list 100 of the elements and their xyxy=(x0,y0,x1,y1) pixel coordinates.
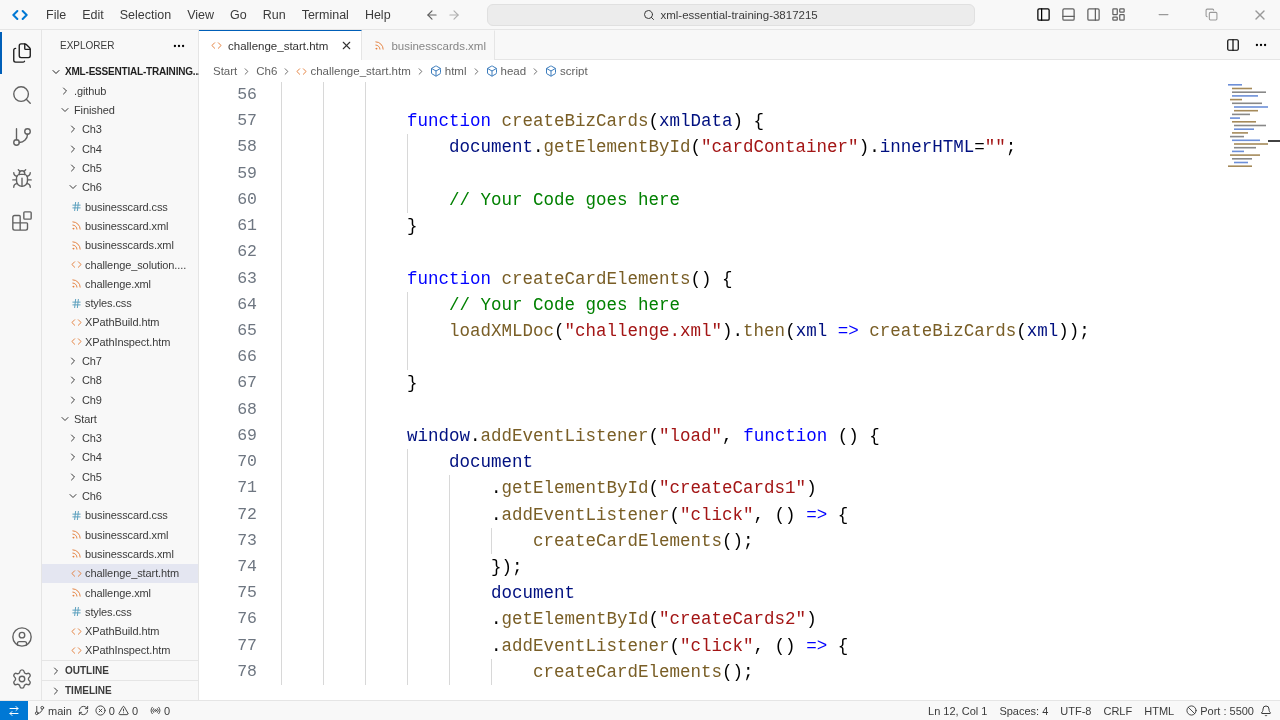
tree-entry[interactable]: XPathInspect.htm xyxy=(42,332,198,352)
breadcrumb[interactable]: Start xyxy=(213,65,238,77)
hash-icon xyxy=(71,201,82,213)
tree-entry[interactable]: businesscards.xml xyxy=(42,544,198,564)
code-icon xyxy=(71,644,82,656)
blocks-icon xyxy=(10,210,33,232)
editor-tab[interactable]: challenge_start.htm xyxy=(199,30,363,60)
cube-icon xyxy=(429,65,442,77)
rss-icon xyxy=(71,529,82,541)
line-number: 76 xyxy=(236,608,258,631)
branch-status[interactable]: main xyxy=(28,704,78,717)
line-number: 60 xyxy=(236,188,258,211)
panel-section-header[interactable]: TIMELINE xyxy=(42,680,198,700)
tree-entry[interactable]: businesscard.xml xyxy=(42,525,198,545)
line-number: 78 xyxy=(236,660,258,683)
code-icon xyxy=(71,316,82,328)
breadcrumb[interactable]: script xyxy=(545,65,588,77)
tree-folder[interactable]: Ch4 xyxy=(42,447,198,468)
menu-item[interactable]: Terminal xyxy=(293,4,357,25)
indent-guide xyxy=(491,658,493,686)
code-line: // Your Code goes here xyxy=(449,293,681,317)
sync-icon[interactable] xyxy=(77,705,89,716)
tree-folder[interactable]: Ch3 xyxy=(42,428,198,448)
layout-icon[interactable] xyxy=(1111,7,1126,22)
error-icon xyxy=(94,705,106,716)
restore-icon[interactable] xyxy=(1205,8,1218,21)
tree-folder[interactable]: Ch6 xyxy=(42,177,198,197)
tree-entry[interactable]: styles.css xyxy=(42,293,198,313)
breadcrumb[interactable]: html xyxy=(429,65,467,77)
editor-tab[interactable]: businesscards.xml xyxy=(362,30,495,60)
menu-item[interactable]: Selection xyxy=(111,4,180,25)
split-editor-icon[interactable] xyxy=(1226,37,1240,52)
tree-entry[interactable]: businesscards.xml xyxy=(42,235,198,255)
antenna-icon xyxy=(150,705,162,716)
menu-item[interactable]: Help xyxy=(356,4,399,25)
tree-entry[interactable]: businesscard.css xyxy=(42,505,198,526)
ports-status[interactable]: 0 xyxy=(144,704,177,717)
tree-entry[interactable]: businesscard.css xyxy=(42,197,198,217)
code-line: // Your Code goes here xyxy=(449,188,681,212)
breadcrumb[interactable]: head xyxy=(485,65,527,77)
menu-item[interactable]: Run xyxy=(254,4,294,25)
menu-item[interactable]: View xyxy=(179,4,222,25)
code-line: document.getElementById("cardContainer").innerHTML=""; xyxy=(449,136,1017,160)
arrows-icon xyxy=(8,704,20,717)
account-icon[interactable] xyxy=(10,626,33,648)
command-center[interactable]: xml-essential-training-3817215 xyxy=(486,3,975,26)
files-icon xyxy=(10,42,33,64)
status-item[interactable]: Spaces: 4 xyxy=(993,704,1055,717)
tree-entry[interactable]: XPathBuild.htm xyxy=(42,621,198,641)
tree-entry[interactable]: challenge_start.htm xyxy=(42,563,198,583)
status-item[interactable]: UTF-8 xyxy=(1054,704,1098,717)
tree-folder[interactable]: Ch5 xyxy=(42,467,198,487)
menu-item[interactable]: Go xyxy=(222,4,255,25)
line-number: 70 xyxy=(236,451,258,474)
tree-folder[interactable]: Ch5 xyxy=(42,158,198,178)
tree-entry[interactable]: XPathInspect.htm xyxy=(42,640,198,661)
back-icon[interactable] xyxy=(424,7,439,22)
cube-icon xyxy=(485,65,498,77)
tree-folder[interactable]: Ch6 xyxy=(42,486,198,506)
code-line: .getElementById("createCards1") xyxy=(491,477,817,501)
menu-item[interactable]: File xyxy=(38,4,75,25)
tree-entry[interactable]: styles.css xyxy=(42,602,198,622)
tree-folder[interactable]: Ch8 xyxy=(42,370,198,390)
tree-folder[interactable]: Finished xyxy=(42,100,198,120)
tree-folder[interactable]: Ch7 xyxy=(42,351,198,371)
bug-icon xyxy=(10,168,33,190)
tree-folder[interactable]: Start xyxy=(42,409,198,429)
tree-entry[interactable]: challenge.xml xyxy=(42,274,198,294)
status-item[interactable]: Port : 5500 xyxy=(1180,704,1260,717)
breadcrumb[interactable]: Ch6 xyxy=(256,65,278,77)
workspace-root[interactable]: XML-ESSENTIAL-TRAINING... xyxy=(42,61,198,82)
tree-folder[interactable]: Ch3 xyxy=(42,119,198,140)
cube-icon xyxy=(545,65,558,77)
rss-icon xyxy=(71,587,82,599)
problems-status[interactable]: 0 0 xyxy=(88,704,145,717)
remote-button[interactable] xyxy=(0,700,28,720)
tree-entry[interactable]: challenge.xml xyxy=(42,582,198,603)
bell-icon[interactable] xyxy=(1260,704,1272,717)
status-item[interactable]: CRLF xyxy=(1097,704,1139,717)
menu-item[interactable]: Edit xyxy=(74,4,112,25)
tree-entry[interactable]: challenge_solution.... xyxy=(42,254,198,275)
panel-section-header[interactable]: OUTLINE xyxy=(42,660,198,681)
code-line: window.addEventListener("load", function () { xyxy=(407,424,880,448)
breadcrumb[interactable]: challenge_start.htm xyxy=(296,65,411,77)
line-number: 77 xyxy=(236,634,258,657)
line-number: 75 xyxy=(236,582,258,605)
panel-bottom-icon[interactable] xyxy=(1061,7,1076,22)
code-line: createCardElements(); xyxy=(533,529,754,553)
tree-folder[interactable]: Ch4 xyxy=(42,139,198,159)
settings-icon[interactable] xyxy=(10,668,33,690)
rss-icon xyxy=(71,548,82,560)
tree-entry[interactable]: XPathBuild.htm xyxy=(42,312,198,333)
tree-folder[interactable]: Ch9 xyxy=(42,389,198,410)
status-item[interactable]: HTML xyxy=(1138,704,1181,717)
status-item[interactable]: Ln 12, Col 1 xyxy=(922,704,994,717)
panel-left-icon[interactable] xyxy=(1036,7,1051,22)
panel-right-icon[interactable] xyxy=(1086,7,1101,22)
code-line: .addEventListener("click", () => { xyxy=(491,503,849,527)
tree-folder[interactable]: .github xyxy=(42,81,198,101)
tree-entry[interactable]: businesscard.xml xyxy=(42,216,198,236)
